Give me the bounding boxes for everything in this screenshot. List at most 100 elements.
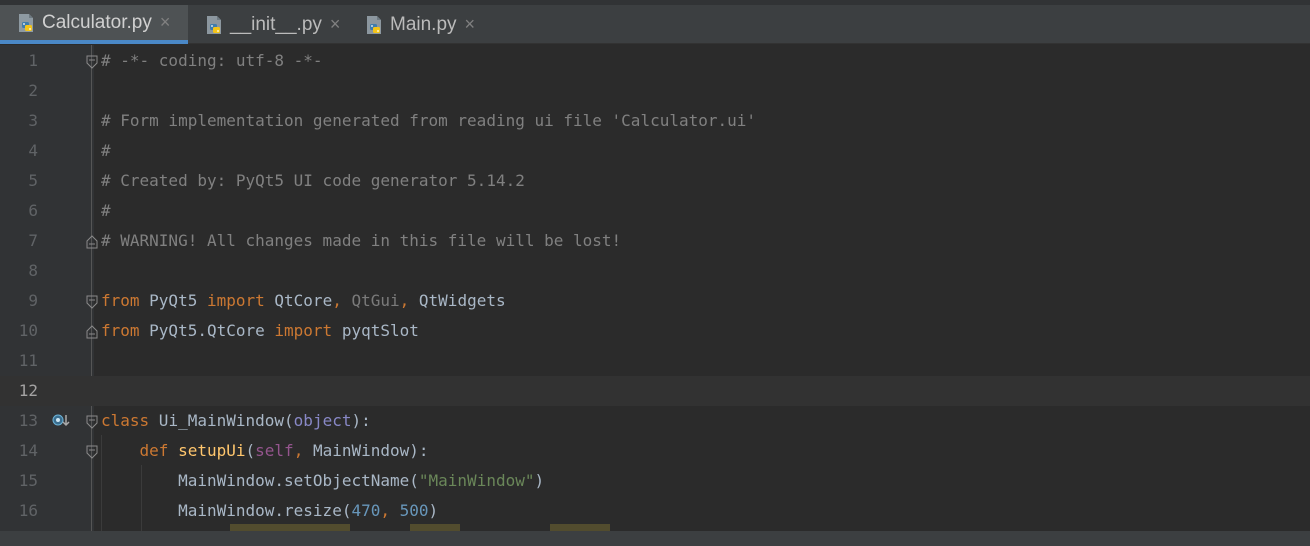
fold-collapse-icon[interactable] [86,294,98,309]
code-text[interactable]: # Created by: PyQt5 UI code generator 5.… [101,166,525,196]
code-line[interactable]: 12 [0,376,1310,406]
code-text[interactable]: def setupUi(self, MainWindow): [101,436,429,466]
code-token: pyqtSlot [332,321,419,340]
code-token: object [293,411,352,430]
code-line[interactable]: 14 def setupUi(self, MainWindow): [0,436,1310,466]
code-token: class [101,411,150,430]
code-text[interactable]: MainWindow.resize(470, 500) [101,496,438,526]
fold-end-icon[interactable] [86,234,98,249]
line-number: 15 [18,471,38,490]
code-line[interactable]: 4 # [0,136,1310,166]
code-token: 470 [351,501,381,520]
code-text[interactable]: # WARNING! All changes made in this file… [101,226,621,256]
code-token: def [139,441,169,460]
code-token: # Created by: PyQt5 UI code generator 5.… [101,171,525,190]
code-token: # [101,201,111,220]
line-number: 4 [28,141,38,160]
code-line[interactable]: 3 # Form implementation generated from re… [0,106,1310,136]
line-number: 13 [18,411,38,430]
close-icon[interactable]: × [160,12,171,33]
code-line[interactable]: 2 [0,76,1310,106]
implemented-marker-icon[interactable] [52,413,70,429]
line-number: 12 [18,381,38,400]
code-line[interactable]: 1 # -*- coding: utf-8 -*- [0,46,1310,76]
line-number: 1 [28,51,38,70]
close-icon[interactable]: × [330,14,341,35]
code-token: # Form implementation generated from rea… [101,111,757,130]
code-line[interactable]: 11 [0,346,1310,376]
code-token: # WARNING! All changes made in this file… [101,231,622,250]
editor-tab-bar: Calculator.py × __init__.py × Main.py × [0,0,1310,44]
tab-label: Calculator.py [42,11,152,33]
code-token: , [380,501,400,520]
code-token: MainWindow.resize( [101,501,352,520]
python-file-icon [363,14,385,36]
code-token: from [101,291,140,310]
tab-label: __init__.py [230,13,322,35]
line-number: 8 [28,261,38,280]
code-line[interactable]: 8 [0,256,1310,286]
code-line[interactable]: 16 MainWindow.resize(470, 500) [0,496,1310,526]
fold-collapse-icon[interactable] [86,414,98,429]
code-token: # [101,141,111,160]
code-token: import [274,321,333,340]
code-token: "MainWindow" [418,471,535,490]
code-token: self [255,441,294,460]
python-file-icon [203,14,225,36]
code-line[interactable]: 9 from PyQt5 import QtCore, QtGui, QtWidg… [0,286,1310,316]
horizontal-scrollbar[interactable] [0,531,1310,546]
line-number: 9 [28,291,38,310]
code-token: , [293,441,313,460]
close-icon[interactable]: × [465,14,476,35]
code-token: Ui_MainWindow( [149,411,294,430]
code-token: ): [351,411,371,430]
line-number: 16 [18,501,38,520]
code-line[interactable]: 15 MainWindow.setObjectName("MainWindow"… [0,466,1310,496]
code-token: , [332,291,352,310]
code-text[interactable]: from PyQt5 import QtCore, QtGui, QtWidge… [101,286,506,316]
usage-highlight-marker [550,524,610,531]
code-token: import [206,291,265,310]
code-line[interactable]: 10 from PyQt5.QtCore import pyqtSlot [0,316,1310,346]
code-text[interactable]: # Form implementation generated from rea… [101,106,756,136]
code-token: , [399,291,419,310]
tab-calculator-py[interactable]: Calculator.py × [0,5,188,44]
code-line[interactable]: 6 # [0,196,1310,226]
code-text[interactable]: MainWindow.setObjectName("MainWindow") [101,466,544,496]
code-line[interactable]: 7 # WARNING! All changes made in this fil… [0,226,1310,256]
fold-collapse-icon[interactable] [86,54,98,69]
code-token: ) [428,501,439,520]
line-number: 5 [28,171,38,190]
code-text[interactable]: # [101,196,111,226]
code-editor[interactable]: 1 # -*- coding: utf-8 -*- 2 3 # Form impleme… [0,45,1310,531]
code-token: from [101,321,140,340]
code-token: PyQt5 [139,291,207,310]
code-text[interactable]: from PyQt5.QtCore import pyqtSlot [101,316,419,346]
line-number: 11 [18,351,38,370]
code-text[interactable]: # [101,136,111,166]
code-token: PyQt5.QtCore [139,321,275,340]
tab-main-py[interactable]: Main.py × [348,5,498,44]
fold-collapse-icon[interactable] [86,444,98,459]
line-number: 7 [28,231,38,250]
code-text[interactable]: # -*- coding: utf-8 -*- [101,46,323,76]
code-token: ) [534,471,545,490]
line-number: 14 [18,441,38,460]
line-number: 10 [18,321,38,340]
fold-end-icon[interactable] [86,324,98,339]
tab-init-py[interactable]: __init__.py × [188,5,348,44]
python-file-icon [15,12,37,34]
line-number: 3 [28,111,38,130]
code-token: MainWindow.setObjectName( [101,471,419,490]
code-text[interactable]: class Ui_MainWindow(object): [101,406,371,436]
code-token: QtWidgets [418,291,506,310]
code-token: setupUi [178,441,246,460]
code-token: 500 [399,501,429,520]
code-line[interactable]: 13 class Ui_MainWindow(object): [0,406,1310,436]
code-line[interactable]: 5 # Created by: PyQt5 UI code generator 5… [0,166,1310,196]
code-token: MainWindow): [312,441,429,460]
code-token: QtGui [351,291,400,310]
line-number: 2 [28,81,38,100]
